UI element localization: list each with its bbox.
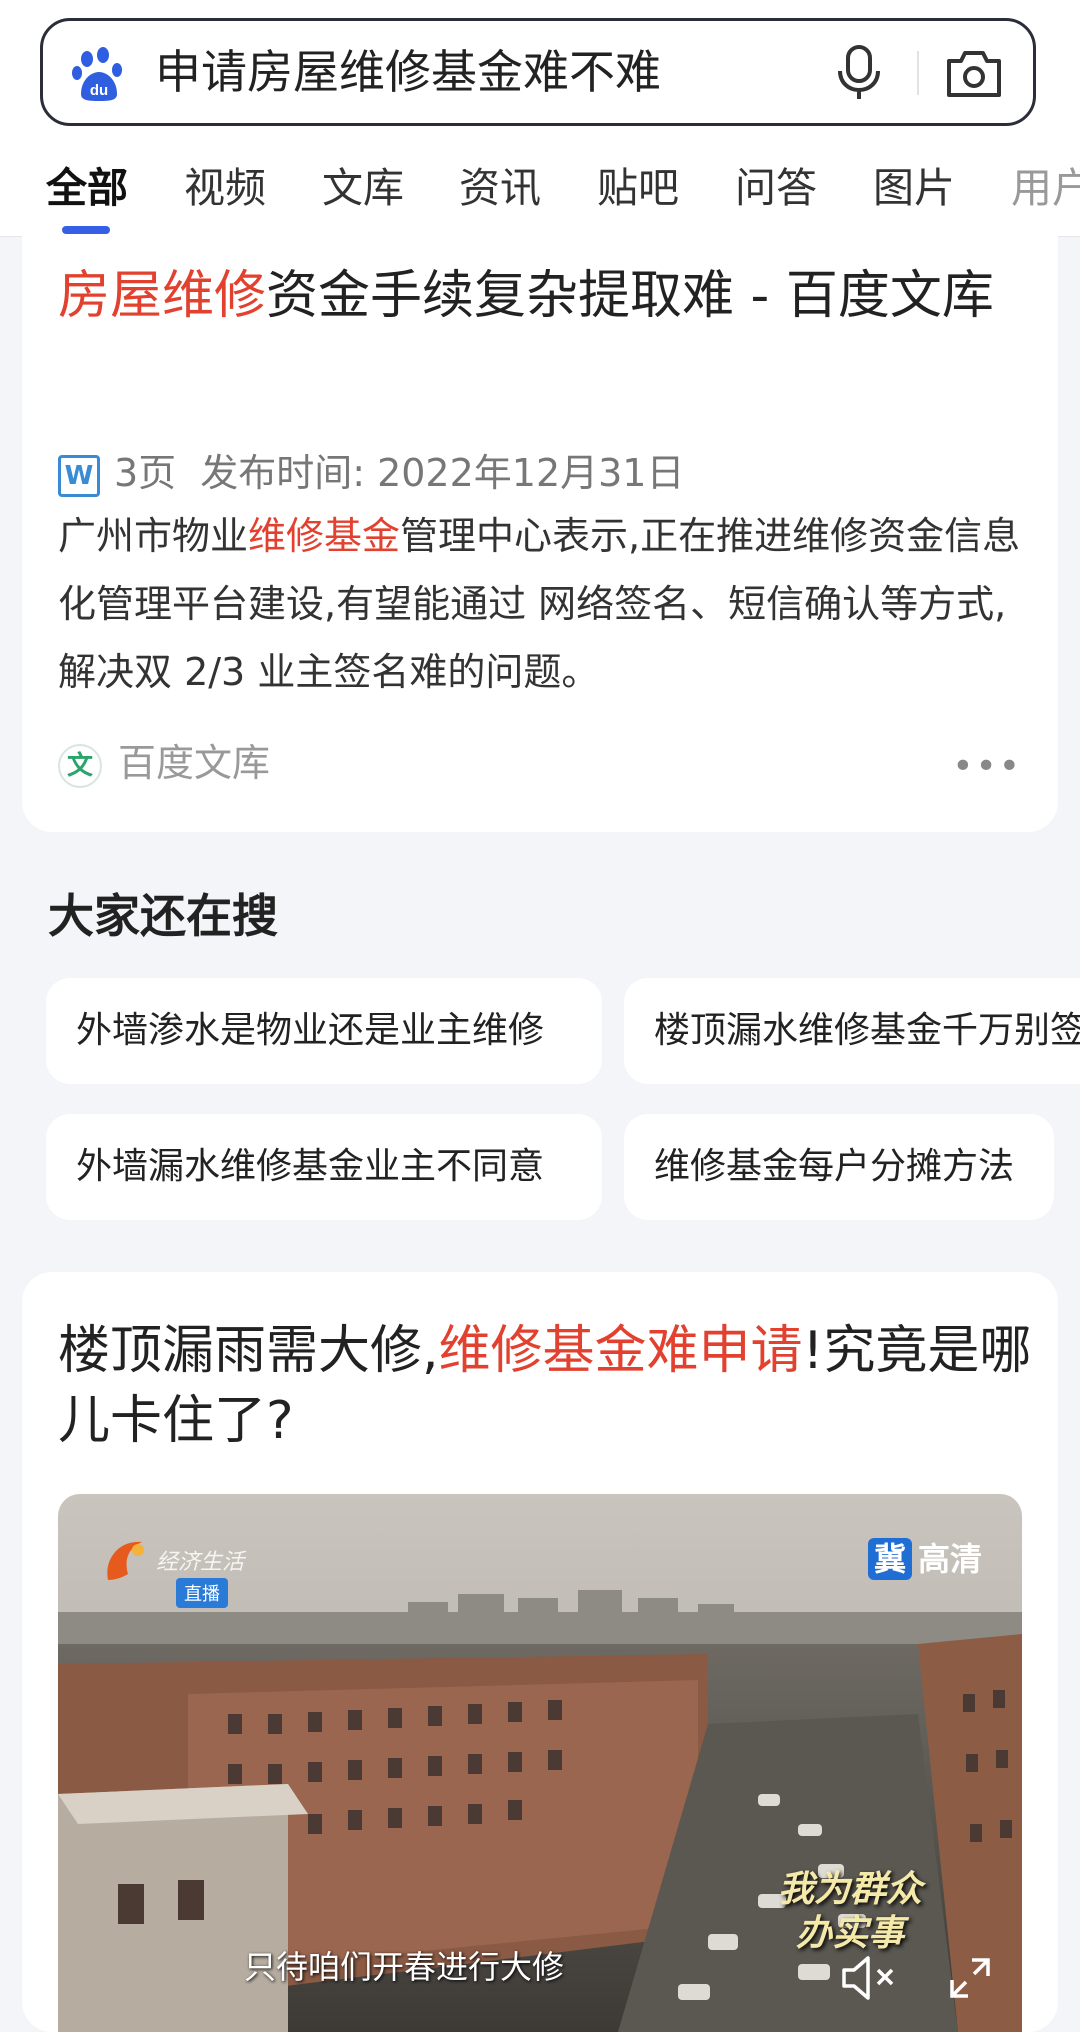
title-highlight: 维修基金难申请 xyxy=(438,1321,803,1381)
channel-name: 经济生活 xyxy=(156,1550,245,1575)
header: du 申请房屋维修基金难不难 全部 视频 文库 资讯 贴吧 问答 图片 用户 xyxy=(0,0,1080,237)
title-highlight: 房屋维修 xyxy=(58,266,267,326)
result-source[interactable]: 文百度文库 xyxy=(58,732,270,788)
tab-news[interactable]: 资讯 xyxy=(459,154,541,214)
microphone-icon[interactable] xyxy=(831,43,887,103)
hd-label: 高清 xyxy=(917,1540,982,1578)
result-card-video[interactable]: 楼顶漏雨需大修,维修基金难申请!究竟是哪儿卡住了? 经济生活 直播 冀 高清 我… xyxy=(22,1272,1058,2032)
title-text: 资金手续复杂提取难 - 百度文库 xyxy=(266,266,994,326)
related-search-chip[interactable]: 维修基金每户分摊方法 xyxy=(624,1114,1054,1220)
word-doc-icon: W xyxy=(58,454,100,497)
tab-bar: 全部 视频 文库 资讯 贴吧 问答 图片 用户 xyxy=(0,150,1080,236)
slogan-line: 办实事 xyxy=(795,1913,904,1954)
related-search-chip[interactable]: 楼顶漏水维修基金千万别签 xyxy=(624,978,1080,1084)
tab-video[interactable]: 视频 xyxy=(184,154,266,214)
related-searches-title: 大家还在搜 xyxy=(48,889,278,943)
tab-qa[interactable]: 问答 xyxy=(735,154,817,214)
wenku-icon: 文 xyxy=(58,743,102,788)
video-player[interactable]: 经济生活 直播 冀高清 我为群众 办实事 只待咱们开春进行大修 xyxy=(58,1494,1022,2032)
more-options-icon[interactable]: ••• xyxy=(952,746,1022,787)
hd-badge: 冀高清 xyxy=(867,1534,982,1580)
active-tab-indicator xyxy=(62,226,110,234)
related-search-chip[interactable]: 外墙漏水维修基金业主不同意 xyxy=(46,1114,602,1220)
publish-date: 发布时间: 2022年12月31日 xyxy=(200,451,685,495)
title-text: 楼顶漏雨需大修, xyxy=(58,1321,439,1381)
search-bar[interactable]: du 申请房屋维修基金难不难 xyxy=(40,18,1036,126)
mute-icon[interactable] xyxy=(840,1954,900,2002)
fullscreen-icon[interactable] xyxy=(948,1956,992,2000)
baidu-paw-icon[interactable]: du xyxy=(71,46,127,102)
snippet-text: 广州市物业 xyxy=(58,514,249,558)
tab-wenku[interactable]: 文库 xyxy=(322,154,404,214)
divider xyxy=(917,51,919,95)
camera-icon[interactable] xyxy=(943,43,1005,103)
video-slogan: 我为群众 办实事 xyxy=(778,1868,922,1956)
tab-tieba[interactable]: 贴吧 xyxy=(597,154,679,214)
svg-text:du: du xyxy=(90,82,108,99)
slogan-line: 我为群众 xyxy=(777,1869,922,1910)
tab-images[interactable]: 图片 xyxy=(873,154,955,214)
snippet-highlight: 维修基金 xyxy=(248,514,401,558)
channel-logo-icon xyxy=(107,1541,144,1580)
result-snippet: 广州市物业维修基金管理中心表示,正在推进维修资金信息化管理平台建设,有望能通过 … xyxy=(58,502,1028,706)
result-title[interactable]: 房屋维修资金手续复杂提取难 - 百度文库 xyxy=(58,260,1028,332)
search-input[interactable]: 申请房屋维修基金难不难 xyxy=(155,21,661,123)
result-meta: W 3页 发布时间: 2022年12月31日 xyxy=(58,442,684,497)
live-badge: 直播 xyxy=(176,1578,228,1608)
page-count: 3页 xyxy=(114,451,177,495)
video-result-title[interactable]: 楼顶漏雨需大修,维修基金难申请!究竟是哪儿卡住了? xyxy=(58,1316,1038,1456)
related-search-chip[interactable]: 外墙渗水是物业还是业主维修 xyxy=(46,978,602,1084)
hd-brand: 冀 xyxy=(867,1538,912,1580)
video-subtitle: 只待咱们开春进行大修 xyxy=(244,1948,565,1986)
tab-all[interactable]: 全部 xyxy=(46,154,128,214)
result-card-wenku[interactable]: 房屋维修资金手续复杂提取难 - 百度文库 W 3页 发布时间: 2022年12月31… xyxy=(22,236,1058,832)
source-name: 百度文库 xyxy=(118,741,271,785)
tab-users[interactable]: 用户 xyxy=(1011,154,1080,214)
